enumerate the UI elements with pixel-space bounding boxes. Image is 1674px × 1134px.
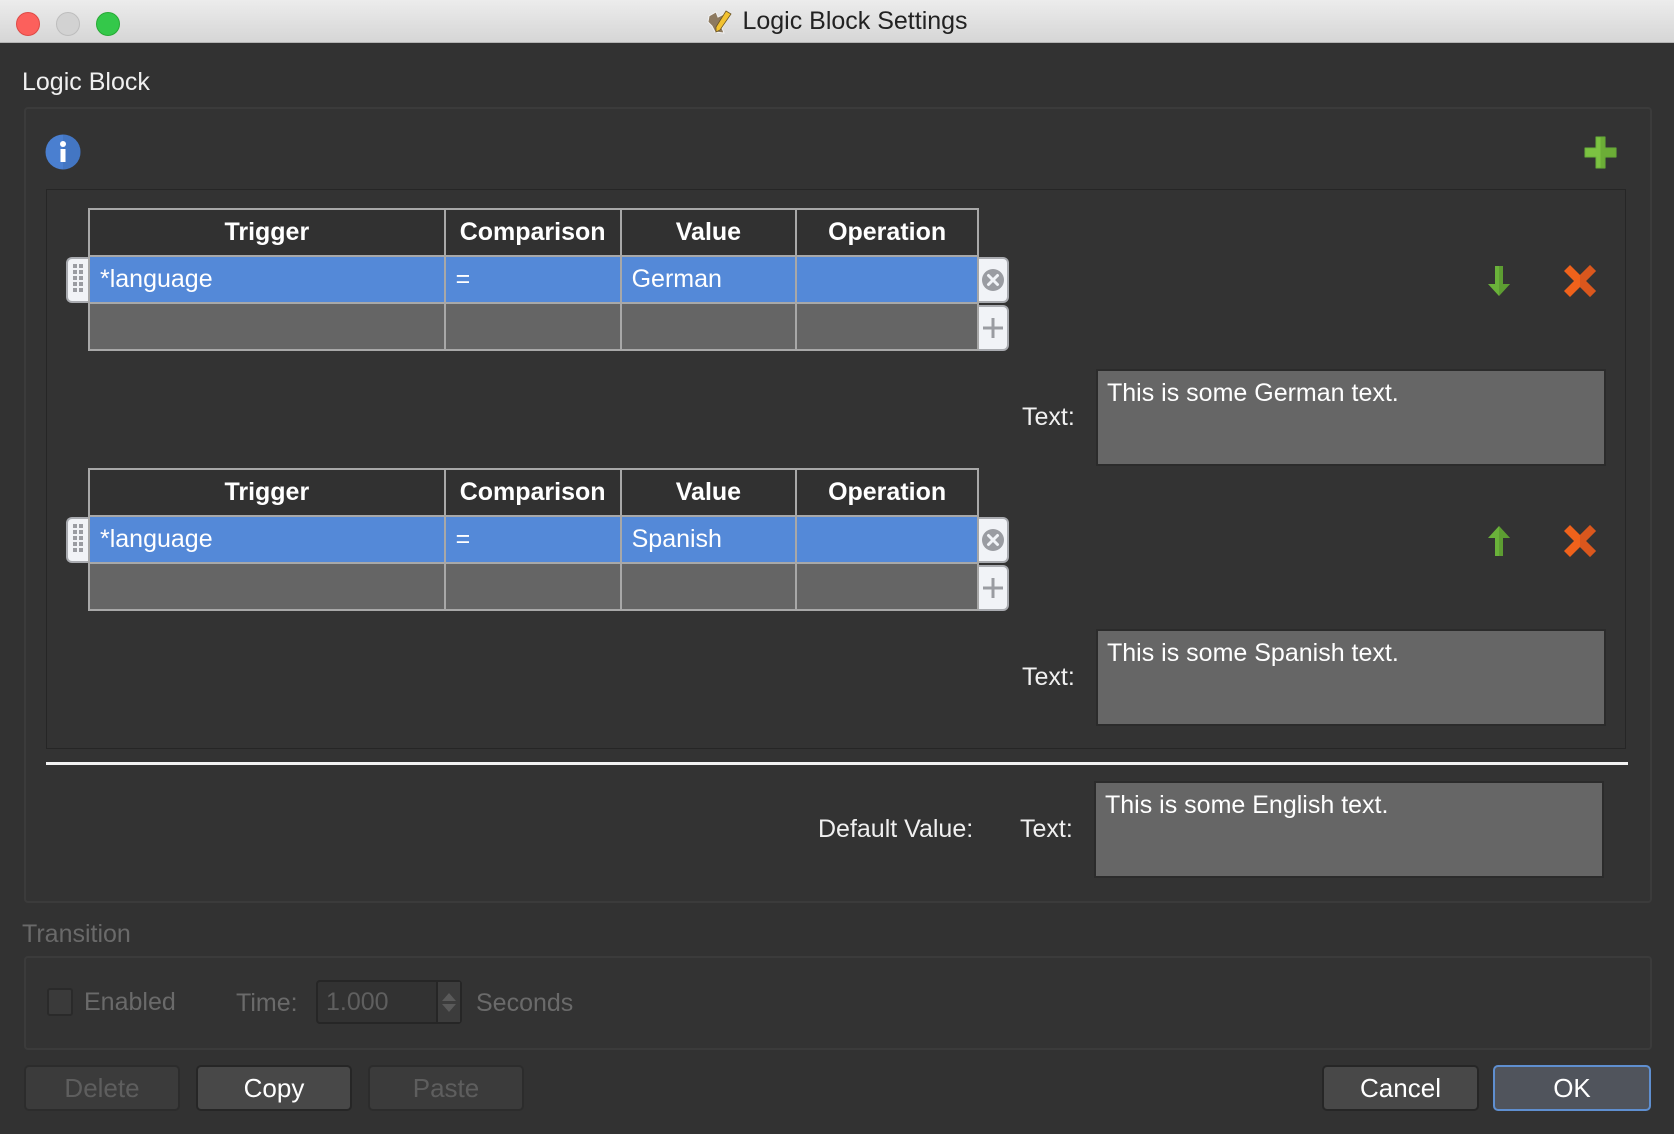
default-text-field[interactable]: This is some English text.: [1094, 781, 1604, 878]
ok-button[interactable]: OK: [1493, 1065, 1651, 1111]
table-row[interactable]: *language = Spanish: [88, 515, 979, 564]
row-drag-handle[interactable]: [66, 517, 88, 563]
copy-button[interactable]: Copy: [196, 1065, 352, 1111]
condition-2-text-label: Text:: [1022, 663, 1075, 691]
spinner-arrows[interactable]: [436, 982, 460, 1022]
header-operation[interactable]: Operation: [795, 468, 979, 517]
seconds-label: Seconds: [476, 989, 574, 1017]
time-spinner[interactable]: 1.000: [316, 980, 462, 1024]
map-pencil-icon: [707, 9, 733, 34]
row-drag-handle[interactable]: [66, 257, 88, 303]
header-value[interactable]: Value: [619, 208, 798, 257]
cell-operation[interactable]: [795, 255, 979, 304]
plus-icon: [983, 578, 1003, 598]
delete-button[interactable]: Delete: [24, 1065, 180, 1111]
time-label: Time:: [236, 989, 298, 1017]
cancel-button[interactable]: Cancel: [1322, 1065, 1479, 1111]
cell-empty[interactable]: [443, 302, 622, 351]
cell-empty[interactable]: [795, 302, 979, 351]
cell-empty[interactable]: [619, 302, 798, 351]
cell-value[interactable]: Spanish: [619, 515, 798, 564]
condition-table-1: Trigger Comparison Value Operation *lang…: [88, 208, 979, 351]
cell-trigger[interactable]: *language: [88, 255, 446, 304]
remove-row-button[interactable]: [979, 517, 1009, 563]
table-row[interactable]: *language = German: [88, 255, 979, 304]
info-icon[interactable]: [45, 134, 81, 170]
header-trigger[interactable]: Trigger: [88, 468, 446, 517]
time-input[interactable]: 1.000: [318, 982, 436, 1022]
delete-condition-x-icon[interactable]: [1563, 524, 1597, 558]
condition-1-text-field[interactable]: This is some German text.: [1096, 369, 1606, 466]
header-comparison[interactable]: Comparison: [443, 468, 622, 517]
enabled-checkbox[interactable]: [47, 988, 73, 1016]
separator: [46, 762, 1628, 765]
spinner-up-icon[interactable]: [442, 992, 456, 1001]
table-row-empty[interactable]: [88, 302, 979, 351]
delete-condition-x-icon[interactable]: [1563, 264, 1597, 298]
window-title: Logic Block Settings: [742, 7, 968, 35]
cell-comparison[interactable]: =: [443, 515, 622, 564]
cell-empty[interactable]: [619, 562, 798, 611]
cell-empty[interactable]: [88, 302, 446, 351]
add-row-button[interactable]: [979, 305, 1009, 351]
remove-row-button[interactable]: [979, 257, 1009, 303]
arrow-up-icon[interactable]: [1487, 525, 1511, 557]
cell-value[interactable]: German: [619, 255, 798, 304]
logic-block-label: Logic Block: [22, 68, 150, 96]
circle-x-icon: [982, 529, 1004, 551]
add-condition-plus-icon[interactable]: [1584, 136, 1617, 169]
condition-2-text-field[interactable]: This is some Spanish text.: [1096, 629, 1606, 726]
spinner-down-icon[interactable]: [442, 1003, 456, 1012]
header-operation[interactable]: Operation: [795, 208, 979, 257]
cell-operation[interactable]: [795, 515, 979, 564]
header-value[interactable]: Value: [619, 468, 798, 517]
cell-empty[interactable]: [443, 562, 622, 611]
grip-icon: [73, 524, 83, 552]
header-trigger[interactable]: Trigger: [88, 208, 446, 257]
transition-label: Transition: [22, 920, 131, 948]
plus-icon: [983, 318, 1003, 338]
cell-empty[interactable]: [88, 562, 446, 611]
condition-1-text-label: Text:: [1022, 403, 1075, 431]
arrow-down-icon[interactable]: [1487, 265, 1511, 297]
paste-button[interactable]: Paste: [368, 1065, 524, 1111]
window-title-wrap: Logic Block Settings: [0, 0, 1674, 43]
circle-x-icon: [982, 269, 1004, 291]
cell-trigger[interactable]: *language: [88, 515, 446, 564]
cell-empty[interactable]: [795, 562, 979, 611]
condition-table-2: Trigger Comparison Value Operation *lang…: [88, 468, 979, 611]
default-value-label: Default Value:: [818, 815, 974, 843]
header-comparison[interactable]: Comparison: [443, 208, 622, 257]
enabled-label: Enabled: [84, 988, 176, 1016]
grip-icon: [73, 264, 83, 292]
cell-comparison[interactable]: =: [443, 255, 622, 304]
add-row-button[interactable]: [979, 565, 1009, 611]
table-row-empty[interactable]: [88, 562, 979, 611]
default-text-label: Text:: [1020, 815, 1073, 843]
